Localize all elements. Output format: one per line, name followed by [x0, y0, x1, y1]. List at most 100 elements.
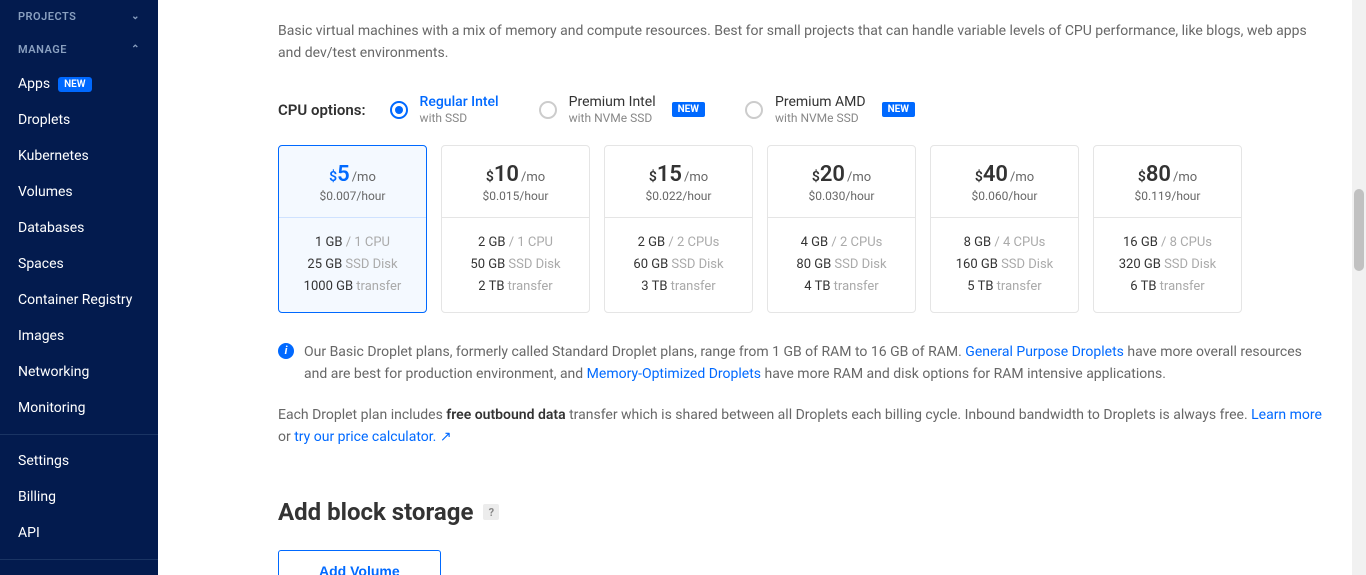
- sidebar-item-apps[interactable]: Apps NEW: [0, 66, 158, 102]
- plan-price: 10: [494, 162, 519, 187]
- currency-symbol: $: [812, 169, 820, 185]
- sidebar-item-label: Droplets: [18, 112, 70, 128]
- sidebar-item-label: API: [18, 525, 40, 541]
- sidebar-item-container-registry[interactable]: Container Registry: [0, 282, 158, 318]
- info-segment: have more RAM and disk options for RAM i…: [761, 366, 1166, 382]
- scrollbar-track[interactable]: [1352, 0, 1366, 575]
- block-storage-title: Add block storage ?: [278, 498, 1326, 526]
- sidebar-item-droplets[interactable]: Droplets: [0, 102, 158, 138]
- plan-card[interactable]: $ 80 /mo $0.119/hour 16 GB / 8 CPUs 320 …: [1093, 145, 1242, 313]
- text-segment: transfer which is shared between all Dro…: [566, 407, 1252, 423]
- per-month: /mo: [684, 170, 708, 185]
- sidebar-item-networking[interactable]: Networking: [0, 354, 158, 390]
- currency-symbol: $: [329, 169, 337, 185]
- spec-transfer-size: 4 TB: [804, 279, 830, 294]
- cpu-option-subtitle: with NVMe SSD: [569, 111, 656, 127]
- plan-price: 15: [657, 162, 682, 187]
- spec-disk-label: SSD Disk: [345, 257, 397, 272]
- plan-price-section: $ 10 /mo $0.015/hour: [442, 146, 589, 218]
- plan-description: Basic virtual machines with a mix of mem…: [278, 20, 1326, 65]
- projects-header[interactable]: PROJECTS ⌄: [0, 0, 158, 33]
- manage-header[interactable]: MANAGE ⌃: [0, 33, 158, 66]
- plan-price: 80: [1146, 162, 1171, 187]
- learn-more-link[interactable]: Learn more: [1251, 407, 1322, 423]
- spec-ram: 8 GB: [964, 235, 992, 250]
- spec-transfer-size: 6 TB: [1130, 279, 1156, 294]
- spec-transfer-label: transfer: [671, 279, 716, 294]
- spec-sep: /: [668, 235, 673, 250]
- spec-disk-size: 320 GB: [1119, 257, 1161, 272]
- plan-specs: 2 GB / 1 CPU 50 GB SSD Disk 2 TB transfe…: [442, 218, 589, 312]
- sidebar-item-images[interactable]: Images: [0, 318, 158, 354]
- per-month: /mo: [1010, 170, 1034, 185]
- plan-hourly: $0.060/hour: [939, 189, 1070, 203]
- main-content: Basic virtual machines with a mix of mem…: [158, 0, 1366, 575]
- spec-disk-size: 50 GB: [470, 257, 505, 272]
- spec-cpu: 8 CPUs: [1170, 235, 1212, 250]
- plan-card[interactable]: $ 20 /mo $0.030/hour 4 GB / 2 CPUs 80 GB…: [767, 145, 916, 313]
- spec-transfer-size: 1000 GB: [304, 279, 353, 294]
- spec-sep: /: [1161, 235, 1166, 250]
- spec-sep: /: [994, 235, 999, 250]
- memory-optimized-link[interactable]: Memory-Optimized Droplets: [587, 366, 761, 382]
- general-purpose-link[interactable]: General Purpose Droplets: [965, 344, 1124, 360]
- sidebar-item-spaces[interactable]: Spaces: [0, 246, 158, 282]
- spec-sep: /: [831, 235, 836, 250]
- sidebar-item-label: Spaces: [18, 256, 64, 272]
- spec-disk-label: SSD Disk: [834, 257, 886, 272]
- cpu-option-subtitle: with NVMe SSD: [775, 111, 866, 127]
- spec-transfer-label: transfer: [356, 279, 401, 294]
- scrollbar-thumb[interactable]: [1354, 189, 1364, 271]
- sidebar-item-databases[interactable]: Databases: [0, 210, 158, 246]
- plan-price: 20: [820, 162, 845, 187]
- chevron-down-icon: ⌄: [131, 11, 140, 22]
- plan-card[interactable]: $ 15 /mo $0.022/hour 2 GB / 2 CPUs 60 GB…: [604, 145, 753, 313]
- cpu-option[interactable]: Premium AMD with NVMe SSD NEW: [745, 93, 915, 127]
- spec-transfer-size: 5 TB: [967, 279, 993, 294]
- sidebar-item-label: Monitoring: [18, 400, 86, 416]
- plan-price: 40: [983, 162, 1008, 187]
- spec-disk-size: 25 GB: [307, 257, 342, 272]
- sidebar-item-monitoring[interactable]: Monitoring: [0, 390, 158, 426]
- plan-specs: 2 GB / 2 CPUs 60 GB SSD Disk 3 TB transf…: [605, 218, 752, 312]
- help-icon[interactable]: ?: [483, 504, 499, 520]
- new-pill: NEW: [672, 102, 705, 117]
- per-month: /mo: [521, 170, 545, 185]
- spec-ram: 4 GB: [801, 235, 829, 250]
- sidebar-item-label: Networking: [18, 364, 89, 380]
- plan-price: 5: [337, 162, 350, 187]
- spec-cpu: 2 CPUs: [840, 235, 882, 250]
- plan-price-section: $ 40 /mo $0.060/hour: [931, 146, 1078, 218]
- spec-transfer-size: 2 TB: [478, 279, 504, 294]
- plan-card[interactable]: $ 10 /mo $0.015/hour 2 GB / 1 CPU 50 GB …: [441, 145, 590, 313]
- cpu-option[interactable]: Regular Intel with SSD: [390, 93, 499, 127]
- plan-card[interactable]: $ 40 /mo $0.060/hour 8 GB / 4 CPUs 160 G…: [930, 145, 1079, 313]
- sidebar-item-api[interactable]: API: [0, 515, 158, 551]
- spec-cpu: 1 CPU: [517, 235, 553, 250]
- spec-sep: /: [346, 235, 351, 250]
- sidebar-item-label: Apps: [18, 76, 50, 92]
- add-volume-button[interactable]: Add Volume: [278, 550, 441, 575]
- plan-price-section: $ 15 /mo $0.022/hour: [605, 146, 752, 218]
- cpu-option[interactable]: Premium Intel with NVMe SSD NEW: [539, 93, 705, 127]
- currency-symbol: $: [1138, 169, 1146, 185]
- sidebar-item-billing[interactable]: Billing: [0, 479, 158, 515]
- external-link-icon: ↗: [440, 429, 452, 445]
- spec-sep: /: [509, 235, 514, 250]
- info-icon: i: [278, 343, 294, 359]
- sidebar-item-label: Settings: [18, 453, 69, 469]
- price-calculator-link[interactable]: try our price calculator. ↗: [294, 429, 451, 445]
- plan-hourly: $0.015/hour: [450, 189, 581, 203]
- spec-disk-label: SSD Disk: [671, 257, 723, 272]
- projects-label: PROJECTS: [18, 10, 76, 23]
- info-callout: i Our Basic Droplet plans, formerly call…: [278, 341, 1326, 386]
- sidebar-item-settings[interactable]: Settings: [0, 443, 158, 479]
- transfer-paragraph: Each Droplet plan includes free outbound…: [278, 404, 1326, 449]
- plan-card[interactable]: $ 5 /mo $0.007/hour 1 GB / 1 CPU 25 GB S…: [278, 145, 427, 313]
- footer-marketplace[interactable]: ⬡ Marketplace ↗: [0, 568, 158, 575]
- spec-transfer-label: transfer: [1160, 279, 1205, 294]
- sidebar-item-volumes[interactable]: Volumes: [0, 174, 158, 210]
- sidebar-item-kubernetes[interactable]: Kubernetes: [0, 138, 158, 174]
- sidebar-item-label: Databases: [18, 220, 84, 236]
- sidebar-item-label: Billing: [18, 489, 56, 505]
